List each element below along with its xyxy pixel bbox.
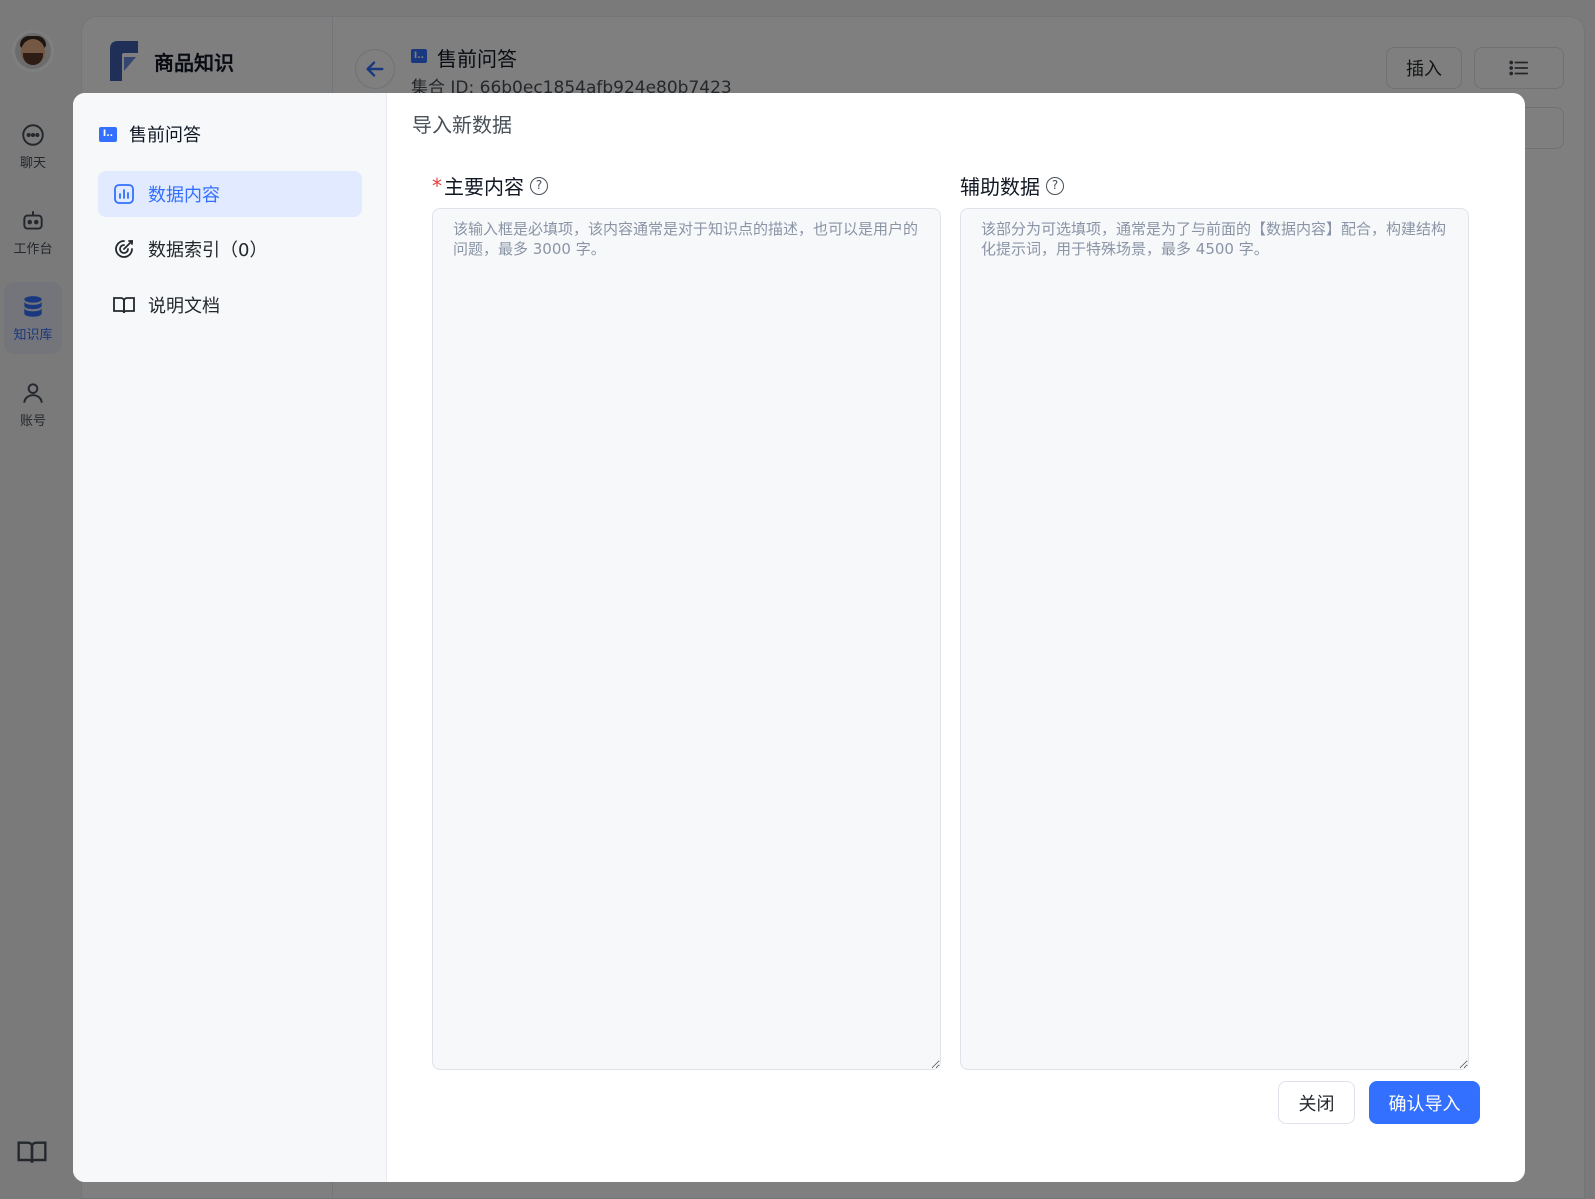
import-data-modal: I.. 售前问答 数据内容 数据索引（0） 说明文档 导入新数据 * 主要内容 …	[73, 93, 1525, 1182]
side-item-docs[interactable]: 说明文档	[98, 282, 362, 328]
confirm-import-button[interactable]: 确认导入	[1369, 1081, 1480, 1124]
target-icon	[115, 240, 133, 258]
modal-title: 导入新数据	[412, 113, 512, 137]
modal-sidebar-header: I.. 售前问答	[99, 121, 201, 147]
aux-data-label-text: 辅助数据	[960, 175, 1040, 199]
main-content-label: * 主要内容 ?	[432, 171, 548, 200]
modal-sidebar-title: 售前问答	[129, 125, 201, 146]
aux-data-textarea[interactable]	[960, 208, 1469, 1070]
side-item-label: 数据索引（0）	[148, 240, 268, 261]
required-mark: *	[432, 173, 442, 198]
side-item-data-index[interactable]: 数据索引（0）	[98, 226, 362, 272]
collection-icon: I..	[99, 126, 117, 142]
chart-bars-icon	[114, 184, 134, 204]
close-button[interactable]: 关闭	[1278, 1081, 1355, 1124]
modal-sidebar: I.. 售前问答 数据内容 数据索引（0） 说明文档	[73, 93, 387, 1182]
side-item-label: 数据内容	[148, 185, 220, 206]
modal-content: 导入新数据 * 主要内容 ? 辅助数据 ? 关闭 确认导入	[387, 93, 1525, 1182]
main-content-label-text: 主要内容	[444, 175, 524, 199]
help-icon[interactable]: ?	[1046, 176, 1064, 195]
main-content-textarea[interactable]	[432, 208, 941, 1070]
help-icon[interactable]: ?	[530, 176, 548, 195]
side-item-label: 说明文档	[148, 296, 220, 317]
book-icon	[113, 297, 135, 314]
side-item-data-content[interactable]: 数据内容	[98, 171, 362, 217]
aux-data-label: 辅助数据 ?	[960, 171, 1064, 200]
